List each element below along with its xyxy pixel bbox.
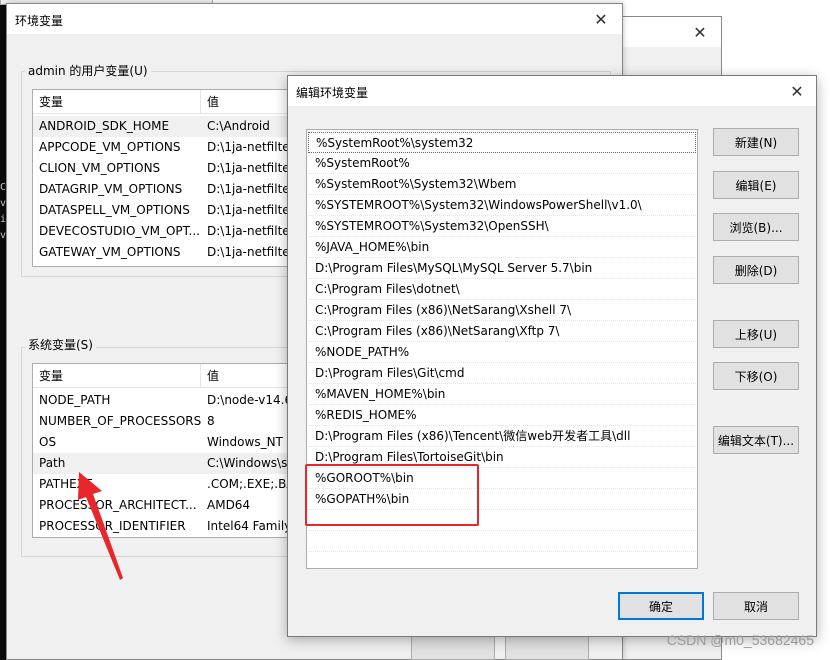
column-header-name[interactable]: 变量: [33, 90, 201, 114]
watermark: CSDN @m0_53682465: [666, 632, 814, 648]
cancel-button[interactable]: 取消: [713, 592, 799, 620]
browse-button[interactable]: 浏览(B)...: [713, 213, 799, 241]
path-entry[interactable]: %SYSTEMROOT%\System32\WindowsPowerShell\…: [308, 195, 696, 216]
user-var-row[interactable]: APPCODE_VM_OPTIONS D:\1ja-netfilter: [33, 137, 311, 158]
user-var-row[interactable]: ANDROID_SDK_HOME C:\Android: [33, 116, 311, 137]
path-entry[interactable]: %MAVEN_HOME%\bin: [308, 384, 696, 405]
column-header-name[interactable]: 变量: [33, 364, 201, 388]
move-up-button[interactable]: 上移(U): [713, 320, 799, 348]
background-dialog-titlebar: ✕: [623, 17, 721, 47]
path-entry[interactable]: %SystemRoot%\System32\Wbem: [308, 174, 696, 195]
user-var-row[interactable]: DEVECOSTUDIO_VM_OPT... D:\1ja-netfilter: [33, 221, 311, 242]
edit-dialog-title: 编辑环境变量: [296, 86, 369, 100]
annotation-highlight-box: [305, 464, 479, 526]
path-entry[interactable]: D:\Program Files\Git\cmd: [308, 363, 696, 384]
variable-name: DATAGRIP_VM_OPTIONS: [39, 182, 183, 196]
path-entry[interactable]: D:\Program Files\MySQL\MySQL Server 5.7\…: [308, 258, 696, 279]
variable-name: NUMBER_OF_PROCESSORS: [39, 414, 201, 428]
system-var-row[interactable]: OS Windows_NT: [33, 432, 311, 453]
system-vars-label: 系统变量(S): [25, 336, 96, 353]
user-var-row[interactable]: GATEWAY_VM_OPTIONS D:\1ja-netfilter: [33, 242, 311, 263]
path-entry[interactable]: %REDIS_HOME%: [308, 405, 696, 426]
edit-dialog-titlebar: 编辑环境变量 ✕: [288, 76, 816, 106]
edit-env-variable-dialog: 编辑环境变量 ✕ %SystemRoot%\system32 %SystemRoo…: [287, 75, 817, 637]
empty-path-row[interactable]: [308, 531, 696, 552]
path-entry[interactable]: %SYSTEMROOT%\System32\OpenSSH\: [308, 216, 696, 237]
table-header: 变量 值: [33, 90, 311, 114]
edit-text-button[interactable]: 编辑文本(T)...: [713, 426, 799, 454]
variable-name: APPCODE_VM_OPTIONS: [39, 140, 181, 154]
table-header: 变量 值: [33, 364, 311, 388]
variable-name: NODE_PATH: [39, 393, 111, 407]
path-entry[interactable]: C:\Program Files\dotnet\: [308, 279, 696, 300]
path-entry[interactable]: C:\Program Files (x86)\NetSarang\Xshell …: [308, 300, 696, 321]
user-vars-table[interactable]: 变量 值 ANDROID_SDK_HOME C:\Android APPCODE_V…: [32, 89, 312, 267]
env-window-title: 环境变量: [15, 14, 64, 28]
ok-button-partial[interactable]: [411, 636, 495, 660]
system-var-row[interactable]: NUMBER_OF_PROCESSORS 8: [33, 411, 311, 432]
variable-name: OS: [39, 435, 57, 449]
path-entry[interactable]: %NODE_PATH%: [308, 342, 696, 363]
variable-name: DEVECOSTUDIO_VM_OPT...: [39, 224, 200, 238]
user-var-row[interactable]: DATASPELL_VM_OPTIONS D:\1ja-netfilter: [33, 200, 311, 221]
delete-button[interactable]: 删除(D): [713, 256, 799, 284]
user-var-row[interactable]: CLION_VM_OPTIONS D:\1ja-netfilter: [33, 158, 311, 179]
annotation-arrow-icon: [78, 472, 123, 580]
variable-name: ANDROID_SDK_HOME: [39, 119, 170, 133]
new-button[interactable]: 新建(N): [713, 128, 799, 156]
variable-name: CLION_VM_OPTIONS: [39, 161, 161, 175]
path-entry[interactable]: %SystemRoot%: [308, 153, 696, 174]
variable-name: GATEWAY_VM_OPTIONS: [39, 245, 181, 259]
edit-button[interactable]: 编辑(E): [713, 171, 799, 199]
cancel-button-partial[interactable]: [505, 636, 589, 660]
close-icon[interactable]: ✕: [687, 21, 713, 43]
close-icon[interactable]: ✕: [588, 8, 614, 30]
move-down-button[interactable]: 下移(O): [713, 362, 799, 390]
env-window-titlebar: 环境变量 ✕: [7, 4, 622, 34]
user-var-row[interactable]: DATAGRIP_VM_OPTIONS D:\1ja-netfilter: [33, 179, 311, 200]
path-entry[interactable]: C:\Program Files (x86)\NetSarang\Xftp 7\: [308, 321, 696, 342]
system-var-row[interactable]: NODE_PATH D:\node-v14.6: [33, 390, 311, 411]
path-entry[interactable]: %JAVA_HOME%\bin: [308, 237, 696, 258]
path-entry[interactable]: D:\Program Files (x86)\Tencent\微信web开发者工…: [308, 426, 696, 447]
variable-name: DATASPELL_VM_OPTIONS: [39, 203, 190, 217]
close-icon[interactable]: ✕: [784, 80, 810, 102]
path-entry[interactable]: %SystemRoot%\system32: [308, 132, 696, 153]
ok-button[interactable]: 确定: [618, 592, 704, 620]
user-vars-label: admin 的用户变量(U): [25, 62, 151, 79]
